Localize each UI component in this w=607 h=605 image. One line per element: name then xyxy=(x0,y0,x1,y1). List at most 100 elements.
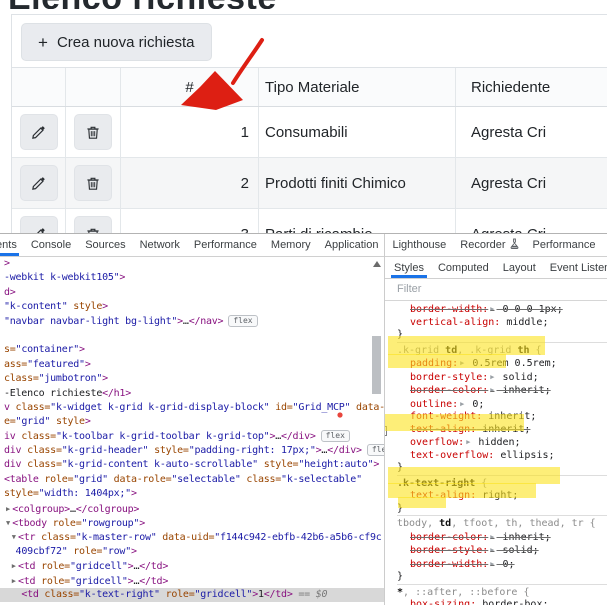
delete-button[interactable] xyxy=(74,114,112,150)
css-property[interactable]: text-align: right; xyxy=(397,490,607,503)
css-property[interactable]: overflow: ▶ hidden; xyxy=(397,436,607,450)
dom-tree-line[interactable]: s="container"> xyxy=(0,343,384,357)
property-text: border-width: ▶ 0; xyxy=(410,559,515,570)
edit-button[interactable] xyxy=(19,165,58,201)
delete-button[interactable] xyxy=(74,216,112,233)
property-toggle-checkbox[interactable] xyxy=(385,425,387,436)
dom-tree-line[interactable]: iv class="k-toolbar k-grid-toolbar k-gri… xyxy=(0,429,384,444)
shorthand-arrow-icon[interactable]: ▶ xyxy=(488,305,496,313)
shorthand-arrow-icon[interactable]: ▶ xyxy=(488,560,496,568)
dom-tree-line[interactable]: v class="k-widget k-grid k-grid-display-… xyxy=(0,401,384,415)
expand-arrow-icon[interactable]: ▼ xyxy=(4,519,12,527)
expand-arrow-icon[interactable]: ▶ xyxy=(10,577,18,585)
css-selector[interactable]: tbody, td, tfoot, th, thead, tr { xyxy=(397,518,607,531)
devtools-tab-lighthouse[interactable]: Lighthouse xyxy=(385,234,453,256)
css-property[interactable]: border-width: ▶ 0 0 0 1px; xyxy=(397,303,607,317)
expand-arrow-icon[interactable]: ▶ xyxy=(4,505,12,513)
dom-tree-line[interactable]: ▼ <tr class="k-master-row" data-uid="f144… xyxy=(0,530,384,544)
dom-tree-line[interactable]: ass="featured"> xyxy=(0,358,384,372)
table-row[interactable]: 3Parti di ricambioAgresta Cri xyxy=(12,209,607,233)
dom-tree-line[interactable]: 409cbf72" role="row"> xyxy=(0,545,384,559)
dom-tree-line[interactable]: <table role="grid" data-role="selectable… xyxy=(0,473,384,487)
table-row[interactable]: 1 Consumabili Agresta Cri xyxy=(12,107,607,158)
header-cell-richiedente[interactable]: Richiedente xyxy=(456,68,607,106)
dom-tree-line[interactable]: ▼ <tbody role="rowgroup"> xyxy=(0,516,384,530)
css-property[interactable]: padding: ▶ 0.5rem 0.5rem; xyxy=(397,357,607,371)
flex-badge[interactable]: flex xyxy=(320,429,350,442)
dom-tree-line[interactable]: > xyxy=(0,257,384,271)
property-name: text-align: xyxy=(410,490,477,501)
dom-tree-line[interactable]: ▶ <td role="gridcell">…</td> xyxy=(0,559,384,573)
header-cell-tipo[interactable]: Tipo Materiale xyxy=(259,68,456,106)
css-property[interactable]: box-sizing: border-box; xyxy=(397,599,607,605)
dom-tree-line[interactable]: "k-content" style> xyxy=(0,300,384,314)
sidebar-tab-computed[interactable]: Computed xyxy=(431,257,496,278)
shorthand-arrow-icon[interactable]: ▶ xyxy=(488,546,496,554)
css-property[interactable]: border-style: ▶ solid; xyxy=(397,371,607,385)
devtools-tab-memory[interactable]: Memory xyxy=(264,234,318,256)
delete-button[interactable] xyxy=(74,165,112,201)
css-property[interactable]: outline: ▶ 0; xyxy=(397,398,607,412)
dom-tree-line[interactable]: -Elenco richieste</h1> xyxy=(0,387,384,401)
shorthand-arrow-icon[interactable]: ▶ xyxy=(488,386,496,394)
elements-tree-panel: > -webkit k-webkit105"> d> "k-content" styl… xyxy=(0,257,384,605)
scroll-up-icon[interactable] xyxy=(372,261,381,267)
cell-richiedente: Agresta Cri xyxy=(471,123,547,141)
css-property[interactable]: font-weight: inherit; xyxy=(397,411,607,424)
css-selector[interactable]: *, ::after, ::before { xyxy=(397,587,607,600)
dom-tree-line[interactable]: div class="k-grid-header" style="padding… xyxy=(0,444,384,458)
sidebar-tab-event-listeners[interactable]: Event Listeners xyxy=(543,257,607,278)
devtools-tab-elements[interactable]: Elements xyxy=(0,234,24,256)
dom-tree-line[interactable]: div class="k-grid-content k-auto-scrolla… xyxy=(0,458,384,472)
edit-button[interactable] xyxy=(19,114,58,150)
devtools-tab-console[interactable]: Console xyxy=(24,234,78,256)
property-name: border-color: xyxy=(410,385,489,396)
dom-tree-line-selected[interactable]: <td class="k-text-right" role="gridcell"… xyxy=(0,587,384,603)
create-request-button[interactable]: + Crea nuova richiesta xyxy=(21,23,212,61)
css-property[interactable]: vertical-align: middle; xyxy=(397,317,607,330)
css-property[interactable]: border-color: ▶ inherit; xyxy=(397,384,607,398)
dom-tree-line[interactable]: -webkit k-webkit105"> xyxy=(0,271,384,285)
devtools-tab-sources[interactable]: Sources xyxy=(78,234,132,256)
css-selector[interactable]: .k-text-right { xyxy=(397,478,607,491)
code-segment: "featured" xyxy=(27,358,85,370)
code-segment: "rowgroup" xyxy=(81,518,140,530)
dom-tree-line[interactable]: class="jumbotron"> xyxy=(0,372,384,386)
flex-badge[interactable]: flex xyxy=(228,314,258,327)
code-segment: == $0 xyxy=(292,588,328,600)
css-property[interactable]: border-style: ▶ solid; xyxy=(397,544,607,558)
devtools-tab-network[interactable]: Network xyxy=(133,234,187,256)
devtools-tab-application[interactable]: Application xyxy=(318,234,386,256)
css-property[interactable]: border-color: ▶ inherit; xyxy=(397,531,607,545)
sidebar-tab-styles[interactable]: Styles xyxy=(387,257,431,278)
css-selector[interactable]: .k-grid td, .k-grid th { xyxy=(397,345,607,358)
table-row[interactable]: 2 Prodotti finiti Chimico Agresta Cri xyxy=(12,158,607,209)
code-segment: "k-toolbar k-grid-toolbar k-grid-top" xyxy=(55,430,270,442)
css-property[interactable]: text-align: inherit; xyxy=(385,424,607,437)
styles-filter-input[interactable]: Filter xyxy=(385,279,607,301)
scrollbar-thumb[interactable] xyxy=(372,336,381,394)
shorthand-arrow-icon[interactable]: ▶ xyxy=(488,373,496,381)
sidebar-tab-layout[interactable]: Layout xyxy=(496,257,543,278)
edit-button[interactable] xyxy=(19,216,58,233)
code-segment: role= xyxy=(44,473,74,485)
code-segment: style= xyxy=(4,488,39,500)
dom-tree-line[interactable]: e="grid" style> xyxy=(0,415,384,429)
css-property[interactable]: text-overflow: ellipsis; xyxy=(397,450,607,463)
expand-arrow-icon[interactable]: ▼ xyxy=(10,533,18,541)
devtools-tab-recorder[interactable]: Recorder xyxy=(453,234,525,256)
dom-tree-line[interactable]: ▶ <td role="gridcell">…</td> xyxy=(0,574,384,588)
devtools-tab-performance[interactable]: Performance xyxy=(187,234,264,256)
expand-arrow-icon[interactable]: ▶ xyxy=(10,562,18,570)
header-cell-num[interactable]: # xyxy=(121,68,259,106)
shorthand-arrow-icon[interactable]: ▶ xyxy=(488,533,496,541)
dom-tree-line[interactable]: "navbar navbar-light bg-light">…</nav> fl… xyxy=(0,314,384,329)
elements-scrollbar[interactable] xyxy=(370,258,383,605)
devtools-tab-performance[interactable]: Performance xyxy=(526,234,603,256)
dom-tree-line[interactable]: style="width: 1404px;"> xyxy=(0,487,384,501)
css-property[interactable]: border-width: ▶ 0; xyxy=(397,558,607,572)
dom-tree-line[interactable]: d> xyxy=(0,286,384,300)
dom-tree-line[interactable] xyxy=(0,329,384,343)
dom-tree-line[interactable]: ▶ <colgroup>…</colgroup> xyxy=(0,502,384,516)
code-segment: role= xyxy=(165,588,195,600)
